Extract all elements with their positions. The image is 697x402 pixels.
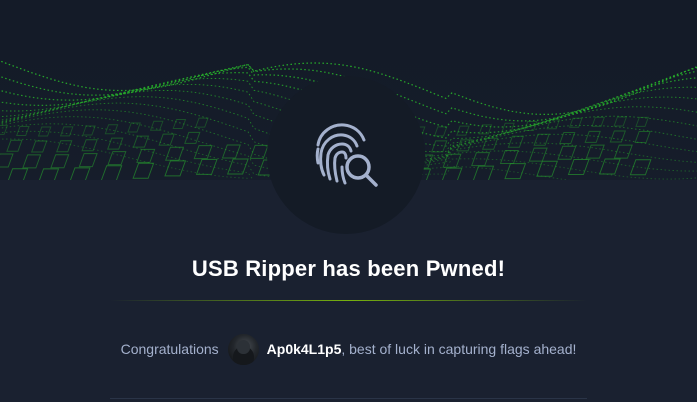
- divider: [110, 300, 587, 301]
- fingerprint-search-icon: [315, 123, 378, 187]
- machine-badge: [267, 76, 425, 234]
- congratulations-label: Congratulations: [120, 341, 219, 357]
- bottom-divider: [110, 398, 587, 399]
- congratulations-suffix: , best of luck in capturing flags ahead!: [341, 341, 577, 357]
- pwned-dialog: USB Ripper has been Pwned! Congratulatio…: [0, 0, 697, 402]
- congratulations-message: Congratulations Ap0k4L1p5 , best of luck…: [0, 333, 697, 365]
- avatar[interactable]: [227, 333, 259, 365]
- pwned-title: USB Ripper has been Pwned!: [191, 256, 506, 281]
- username-link[interactable]: Ap0k4L1p5: [267, 341, 342, 357]
